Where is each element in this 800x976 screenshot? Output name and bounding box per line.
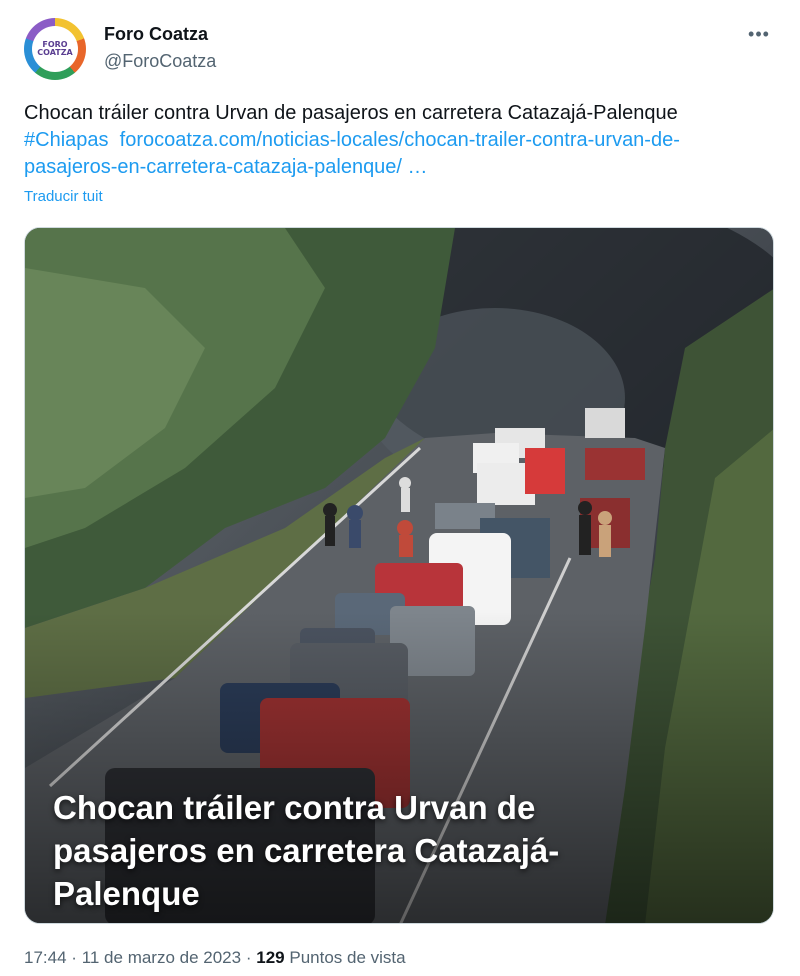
tweet-text: Chocan tráiler contra Urvan de pasajeros… <box>24 100 764 181</box>
tweet-header: FORO COATZA Foro Coatza @ForoCoatza ••• <box>24 18 776 82</box>
views-label: Puntos de vista <box>289 948 406 967</box>
tweet-body: Chocan tráiler contra Urvan de pasajeros… <box>24 102 678 124</box>
meta-separator: · <box>245 948 252 967</box>
hashtag-link[interactable]: #Chiapas <box>24 129 109 151</box>
author-name[interactable]: Foro Coatza <box>104 24 208 45</box>
tweet-meta: 17:44 · 11 de marzo de 2023 · 129 Puntos… <box>24 948 406 968</box>
translate-tweet-link[interactable]: Traducir tuit <box>24 188 103 205</box>
tweet-time[interactable]: 17:44 <box>24 948 67 967</box>
avatar-logo-text: FORO COATZA <box>32 26 78 72</box>
more-horizontal-icon: ••• <box>748 23 770 44</box>
avatar[interactable]: FORO COATZA <box>24 18 86 80</box>
tweet-date[interactable]: 11 de marzo de 2023 <box>82 948 241 967</box>
author-handle[interactable]: @ForoCoatza <box>104 51 216 72</box>
meta-separator: · <box>71 948 77 967</box>
article-link[interactable]: forocoatza.com/noticias-locales/chocan-t… <box>24 129 680 178</box>
media-caption: Chocan tráiler contra Urvan de pasajeros… <box>53 789 560 912</box>
views-count: 129 <box>256 948 285 967</box>
more-options-button[interactable]: ••• <box>744 22 774 46</box>
tweet-media[interactable]: Chocan tráiler contra Urvan de pasajeros… <box>24 227 774 924</box>
